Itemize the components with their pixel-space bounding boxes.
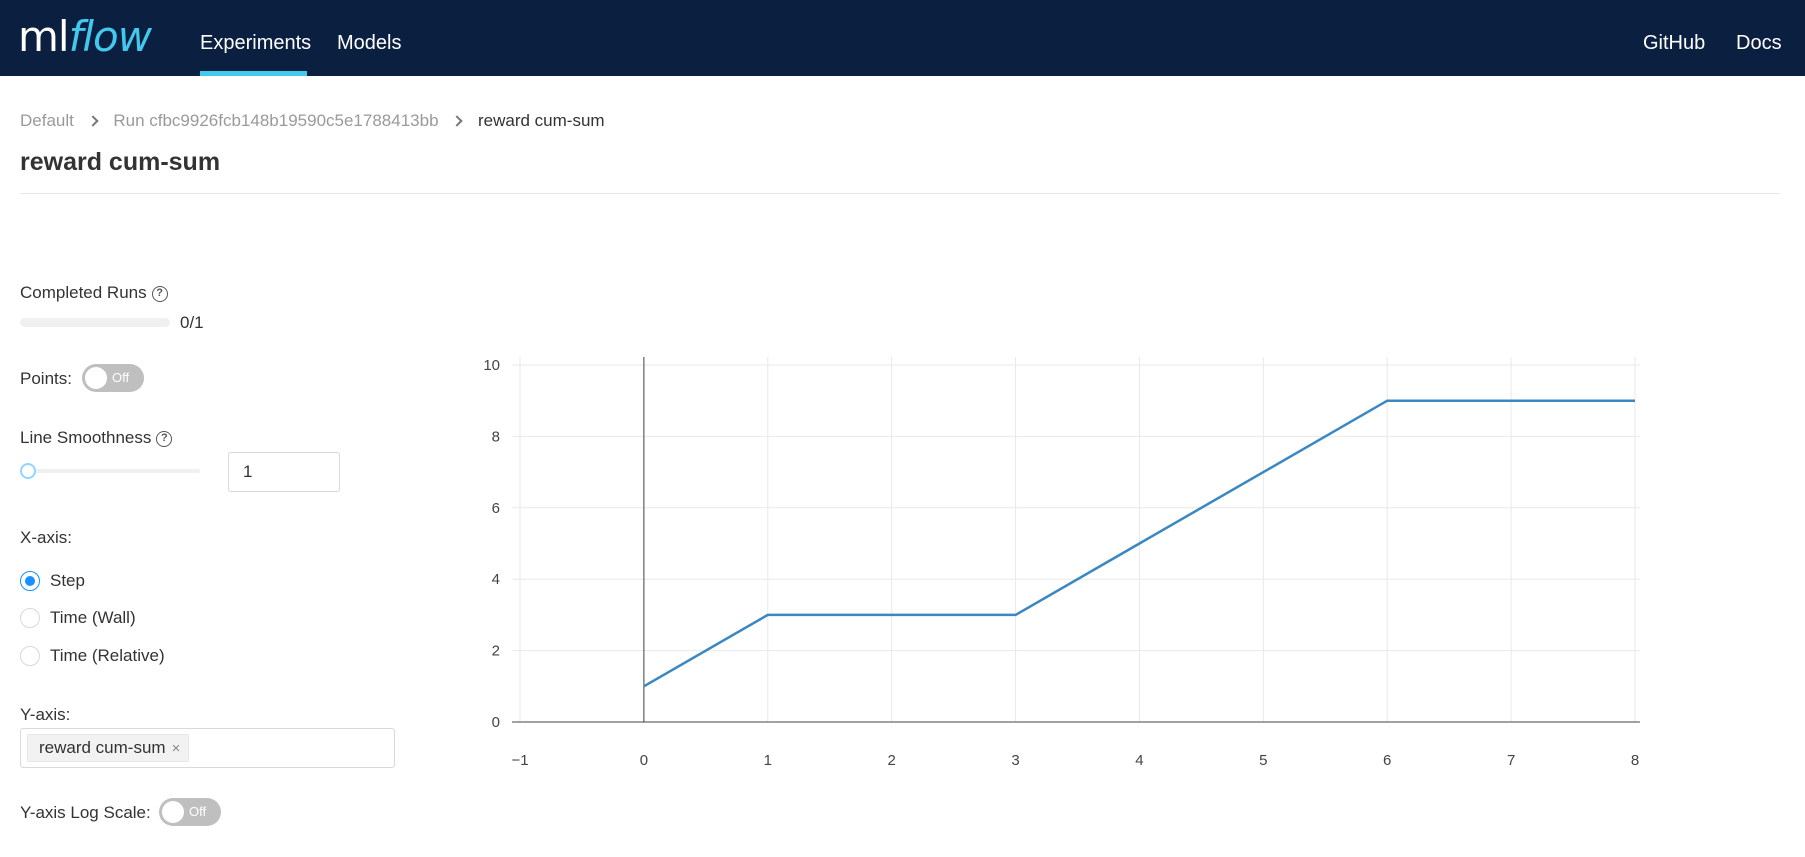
title-divider bbox=[20, 193, 1780, 194]
yaxis-metric-tag: reward cum-sum × bbox=[27, 734, 190, 762]
radio-button-checked[interactable] bbox=[20, 571, 40, 591]
yaxis-log-scale-toggle[interactable]: Off bbox=[159, 798, 221, 826]
breadcrumb: Default Run cfbc9926fcb148b19590c5e17884… bbox=[20, 110, 605, 131]
x-tick-label: 8 bbox=[1631, 752, 1639, 769]
x-tick-label: 1 bbox=[764, 752, 772, 769]
xaxis-option-label: Time (Relative) bbox=[50, 646, 165, 665]
logo-flow-text: flow bbox=[68, 12, 153, 61]
toggle-knob bbox=[162, 801, 184, 823]
yaxis-log-toggle-text: Off bbox=[189, 804, 207, 819]
question-circle-icon[interactable]: ? bbox=[151, 285, 168, 302]
yaxis-label: Y-axis: bbox=[20, 705, 71, 724]
line-smoothness-slider-handle[interactable] bbox=[20, 463, 36, 479]
points-toggle-text: Off bbox=[112, 370, 130, 385]
x-tick-label: −1 bbox=[511, 752, 528, 769]
chevron-right-icon bbox=[86, 114, 99, 127]
line-smoothness-label-row: Line Smoothness? bbox=[20, 428, 173, 448]
radio-button[interactable] bbox=[20, 646, 40, 666]
yaxis-metric-select[interactable]: reward cum-sum × bbox=[20, 728, 395, 768]
y-tick-label: 4 bbox=[492, 571, 500, 588]
xaxis-label: X-axis: bbox=[20, 528, 72, 547]
logo-ml-text: ml bbox=[18, 12, 70, 61]
x-tick-label: 3 bbox=[1011, 752, 1019, 769]
line-smoothness-label: Line Smoothness bbox=[20, 428, 152, 447]
points-label: Points: bbox=[20, 369, 72, 388]
y-tick-label: 6 bbox=[492, 500, 500, 517]
x-tick-label: 4 bbox=[1135, 752, 1143, 769]
question-circle-icon[interactable]: ? bbox=[156, 430, 173, 447]
nav-github[interactable]: GitHub bbox=[1643, 0, 1705, 76]
completed-runs-label: Completed Runs bbox=[20, 283, 147, 302]
xaxis-option-label: Step bbox=[50, 571, 85, 590]
y-tick-label: 0 bbox=[492, 714, 500, 731]
x-tick-label: 7 bbox=[1507, 752, 1515, 769]
completed-runs-label-row: Completed Runs? bbox=[20, 283, 168, 303]
x-tick-label: 5 bbox=[1259, 752, 1267, 769]
y-tick-label: 10 bbox=[483, 357, 500, 374]
breadcrumb-experiment-link[interactable]: Default bbox=[20, 111, 74, 131]
metric-line-chart[interactable]: −1 0 1 2 3 4 5 6 7 8 0 2 4 6 8 10 bbox=[455, 340, 1715, 780]
chart-tick-labels: −1 0 1 2 3 4 5 6 7 8 0 2 4 6 8 10 bbox=[483, 357, 1639, 769]
completed-runs-count: 0/1 bbox=[180, 313, 204, 332]
chart-grid bbox=[512, 357, 1640, 722]
yaxis-metric-tag-label: reward cum-sum bbox=[39, 738, 166, 757]
breadcrumb-run-link[interactable]: Run cfbc9926fcb148b19590c5e1788413bb bbox=[113, 111, 438, 131]
xaxis-option-label: Time (Wall) bbox=[50, 608, 136, 627]
completed-runs-progress bbox=[20, 318, 170, 327]
radio-button[interactable] bbox=[20, 608, 40, 628]
toggle-knob bbox=[85, 367, 107, 389]
x-tick-label: 0 bbox=[640, 752, 648, 769]
mlflow-logo[interactable]: mlflow bbox=[18, 12, 153, 62]
points-toggle[interactable]: Off bbox=[82, 364, 144, 392]
nav-models[interactable]: Models bbox=[337, 0, 401, 76]
nav-docs[interactable]: Docs bbox=[1736, 0, 1782, 76]
x-tick-label: 6 bbox=[1383, 752, 1391, 769]
y-tick-label: 2 bbox=[492, 643, 500, 660]
line-smoothness-slider-track[interactable] bbox=[22, 469, 200, 473]
page-title: reward cum-sum bbox=[20, 148, 221, 176]
x-tick-label: 2 bbox=[887, 752, 895, 769]
chart-axes bbox=[512, 357, 1640, 723]
line-smoothness-input[interactable] bbox=[228, 452, 340, 492]
yaxis-log-scale-label: Y-axis Log Scale: bbox=[20, 803, 151, 822]
chevron-right-icon bbox=[451, 114, 463, 127]
y-tick-label: 8 bbox=[492, 428, 500, 445]
close-icon[interactable]: × bbox=[172, 740, 181, 757]
top-navbar: mlflow Experiments Models GitHub Docs bbox=[0, 0, 1805, 76]
breadcrumb-current: reward cum-sum bbox=[478, 110, 605, 130]
nav-experiments[interactable]: Experiments bbox=[200, 0, 311, 76]
